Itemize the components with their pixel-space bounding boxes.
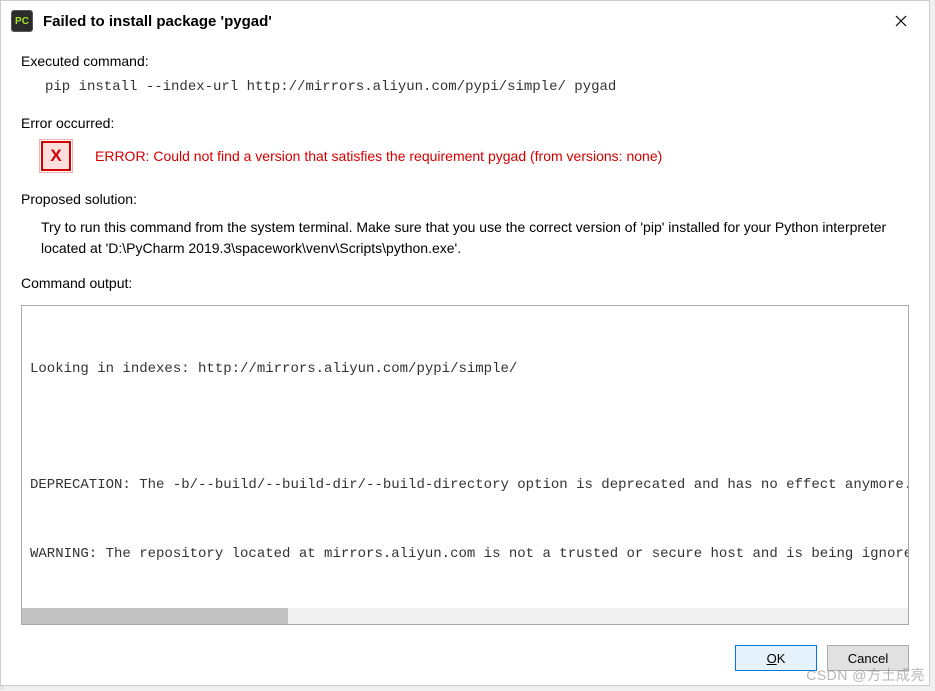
output-line: Looking in indexes: http://mirrors.aliyu… — [30, 358, 900, 381]
close-button[interactable] — [881, 6, 921, 36]
output-line: DEPRECATION: The -b/--build/--build-dir/… — [30, 474, 900, 497]
error-dialog: PC Failed to install package 'pygad' Exe… — [0, 0, 930, 686]
command-output-box[interactable]: Looking in indexes: http://mirrors.aliyu… — [21, 305, 909, 625]
output-line: WARNING: The repository located at mirro… — [30, 543, 900, 566]
error-message: ERROR: Could not find a version that sat… — [95, 148, 662, 164]
dialog-content: Executed command: pip install --index-ur… — [1, 41, 929, 635]
titlebar: PC Failed to install package 'pygad' — [1, 1, 929, 41]
cancel-button[interactable]: Cancel — [827, 645, 909, 671]
horizontal-scrollbar-thumb[interactable] — [22, 608, 288, 624]
proposed-solution-text: Try to run this command from the system … — [21, 217, 909, 259]
dialog-title: Failed to install package 'pygad' — [43, 13, 881, 30]
command-output-label: Command output: — [21, 275, 909, 291]
pycharm-icon: PC — [11, 10, 33, 32]
proposed-solution-label: Proposed solution: — [21, 191, 909, 207]
error-row: X ERROR: Could not find a version that s… — [21, 141, 909, 171]
error-icon: X — [41, 141, 71, 171]
cancel-label: Cancel — [848, 651, 888, 666]
ok-button[interactable]: OK — [735, 645, 817, 671]
button-row: OK Cancel — [1, 635, 929, 685]
ok-mnemonic: O — [767, 651, 777, 666]
close-icon — [895, 15, 907, 27]
executed-command-text: pip install --index-url http://mirrors.a… — [21, 79, 909, 95]
error-occurred-label: Error occurred: — [21, 115, 909, 131]
horizontal-scrollbar[interactable] — [22, 608, 908, 624]
executed-command-label: Executed command: — [21, 53, 909, 69]
